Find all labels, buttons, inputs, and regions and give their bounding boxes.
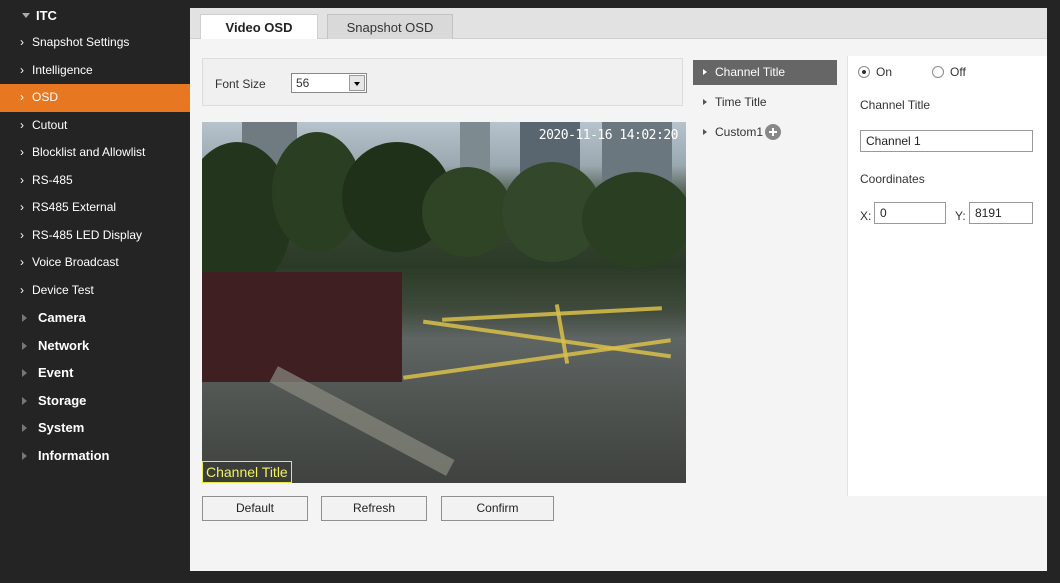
chevron-right-icon: › bbox=[20, 145, 24, 159]
chevron-right-icon: › bbox=[20, 62, 24, 77]
sidebar-item-label: OSD bbox=[32, 90, 59, 104]
sidebar-item-rs485-external[interactable]: › RS485 External bbox=[0, 194, 190, 222]
caret-right-icon bbox=[703, 69, 707, 75]
chevron-right-icon: › bbox=[20, 255, 24, 269]
sidebar-item-label: RS485 External bbox=[32, 200, 117, 214]
sidebar-section-label: Event bbox=[38, 365, 74, 380]
road-marking bbox=[422, 319, 672, 359]
road-marking bbox=[403, 338, 671, 380]
sidebar-item-label: RS-485 bbox=[32, 172, 73, 187]
chevron-right-icon: › bbox=[20, 117, 24, 132]
chevron-right-icon: › bbox=[20, 35, 24, 49]
properties-panel: On Off Channel Title Coordinates X: Y: bbox=[847, 56, 1047, 496]
tab-snapshot-osd[interactable]: Snapshot OSD bbox=[327, 14, 453, 39]
sidebar-item-label: Voice Broadcast bbox=[32, 255, 119, 269]
caret-right-icon bbox=[703, 99, 707, 105]
confirm-button[interactable]: Confirm bbox=[441, 496, 554, 521]
font-size-label: Font Size bbox=[215, 77, 266, 91]
radio-off[interactable] bbox=[932, 66, 944, 78]
sidebar-section-label: Storage bbox=[38, 392, 87, 408]
radio-off-label: Off bbox=[950, 65, 966, 79]
osd-item-time-title[interactable]: Time Title bbox=[693, 90, 837, 115]
sidebar-item-label: RS-485 LED Display bbox=[32, 227, 143, 242]
sidebar-item-label: Blocklist and Allowlist bbox=[32, 145, 146, 159]
sidebar-item-snapshot-settings[interactable]: › Snapshot Settings bbox=[0, 29, 190, 57]
channel-title-overlay[interactable]: Channel Title bbox=[202, 461, 292, 483]
sidebar-section-label: Camera bbox=[38, 310, 86, 325]
sidebar-section-label: Information bbox=[38, 447, 110, 463]
sidebar: ITC › Snapshot Settings › Intelligence › OS… bbox=[0, 0, 190, 583]
sidebar-item-rs485[interactable]: › RS-485 bbox=[0, 167, 190, 195]
channel-title-input[interactable] bbox=[860, 130, 1033, 152]
sidebar-section-event[interactable]: Event bbox=[0, 359, 190, 387]
video-preview[interactable]: 2020-11-16 14:02:20 Channel Title bbox=[202, 122, 686, 483]
sidebar-item-label: Device Test bbox=[32, 282, 94, 297]
collapsed-arrow-icon bbox=[22, 396, 27, 405]
sidebar-item-cutout[interactable]: › Cutout bbox=[0, 112, 190, 140]
sidebar-section-information[interactable]: Information bbox=[0, 442, 190, 470]
font-size-select[interactable]: 56 bbox=[291, 73, 367, 93]
sidebar-section-camera[interactable]: Camera bbox=[0, 304, 190, 332]
collapsed-arrow-icon bbox=[22, 451, 27, 460]
radio-on-label: On bbox=[876, 65, 893, 79]
x-label: X: bbox=[860, 209, 872, 223]
sidebar-section-network[interactable]: Network bbox=[0, 332, 190, 360]
tree-image bbox=[422, 167, 512, 257]
tab-video-osd[interactable]: Video OSD bbox=[200, 14, 318, 39]
sidebar-item-device-test[interactable]: › Device Test bbox=[0, 277, 190, 305]
tree-image bbox=[582, 172, 686, 267]
osd-item-label: Channel Title bbox=[715, 65, 786, 79]
font-size-value: 56 bbox=[296, 76, 310, 90]
chevron-down-icon bbox=[354, 82, 360, 86]
collapsed-arrow-icon bbox=[22, 424, 27, 432]
chevron-right-icon: › bbox=[20, 200, 24, 214]
sidebar-section-label: Network bbox=[38, 337, 90, 353]
sidebar-item-voice-broadcast[interactable]: › Voice Broadcast bbox=[0, 249, 190, 277]
main-content: Video OSD Snapshot OSD Font Size 56 2020… bbox=[190, 8, 1047, 571]
sidebar-item-blocklist-allowlist[interactable]: › Blocklist and Allowlist bbox=[0, 139, 190, 167]
sidebar-section-label: System bbox=[38, 420, 85, 435]
sidebar-item-label: Snapshot Settings bbox=[32, 35, 130, 49]
channel-title-label: Channel Title bbox=[860, 98, 931, 112]
collapsed-arrow-icon bbox=[22, 314, 27, 322]
default-button[interactable]: Default bbox=[202, 496, 308, 521]
dropdown-button[interactable] bbox=[349, 75, 365, 91]
caret-right-icon bbox=[703, 129, 707, 135]
y-label: Y: bbox=[955, 209, 966, 223]
expand-arrow-icon bbox=[22, 13, 30, 18]
sidebar-item-osd[interactable]: › OSD bbox=[0, 84, 190, 112]
osd-item-label: Time Title bbox=[715, 95, 767, 109]
refresh-button[interactable]: Refresh bbox=[321, 496, 427, 521]
sidebar-item-intelligence[interactable]: › Intelligence bbox=[0, 57, 190, 85]
radio-on[interactable] bbox=[858, 66, 870, 78]
sidebar-section-storage[interactable]: Storage bbox=[0, 387, 190, 415]
sidebar-item-rs485-led-display[interactable]: › RS-485 LED Display bbox=[0, 222, 190, 250]
timestamp-overlay: 2020-11-16 14:02:20 bbox=[538, 128, 679, 143]
osd-item-custom1[interactable]: Custom1 bbox=[693, 120, 837, 145]
sidebar-item-label: Intelligence bbox=[32, 62, 93, 77]
chevron-right-icon: › bbox=[20, 282, 24, 297]
collapsed-arrow-icon bbox=[22, 369, 27, 377]
sidebar-section-system[interactable]: System bbox=[0, 414, 190, 442]
add-icon[interactable] bbox=[765, 123, 782, 140]
hedge-image bbox=[202, 272, 402, 382]
sidebar-group-itc[interactable]: ITC bbox=[0, 2, 190, 29]
road-marking bbox=[442, 306, 662, 322]
osd-item-channel-title[interactable]: Channel Title bbox=[693, 60, 837, 85]
collapsed-arrow-icon bbox=[22, 341, 27, 350]
sidebar-group-label: ITC bbox=[36, 8, 57, 23]
kerb-image bbox=[269, 366, 455, 476]
x-coordinate-input[interactable] bbox=[874, 202, 946, 224]
tab-bar: Video OSD Snapshot OSD bbox=[190, 8, 1047, 39]
sidebar-item-label: Cutout bbox=[32, 117, 68, 132]
coordinates-label: Coordinates bbox=[860, 172, 925, 186]
chevron-right-icon: › bbox=[20, 172, 24, 187]
osd-item-label: Custom1 bbox=[715, 125, 764, 139]
chevron-right-icon: › bbox=[20, 227, 24, 242]
chevron-right-icon: › bbox=[20, 90, 24, 104]
font-size-panel: Font Size 56 bbox=[202, 58, 683, 106]
y-coordinate-input[interactable] bbox=[969, 202, 1033, 224]
